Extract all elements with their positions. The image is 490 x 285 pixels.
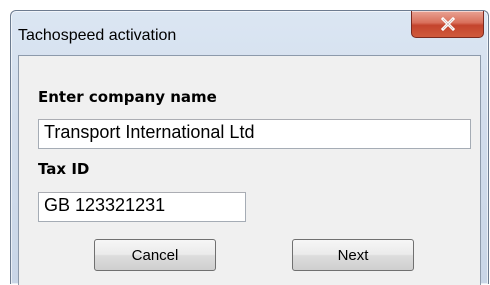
company-name-input[interactable]: Transport International Ltd: [38, 119, 471, 149]
close-icon: [440, 17, 455, 31]
activation-dialog: Tachospeed activation Enter company name…: [10, 10, 489, 285]
next-button[interactable]: Next: [292, 239, 414, 271]
tax-id-input[interactable]: GB 123321231: [38, 192, 246, 222]
cancel-button[interactable]: Cancel: [94, 239, 216, 271]
company-name-label: Enter company name: [38, 88, 217, 106]
close-button[interactable]: [411, 11, 484, 38]
tax-id-label: Tax ID: [38, 160, 90, 178]
window-title: Tachospeed activation: [18, 27, 177, 44]
title-bar[interactable]: Tachospeed activation: [11, 11, 488, 56]
dialog-body: Enter company name Transport Internation…: [18, 55, 481, 285]
